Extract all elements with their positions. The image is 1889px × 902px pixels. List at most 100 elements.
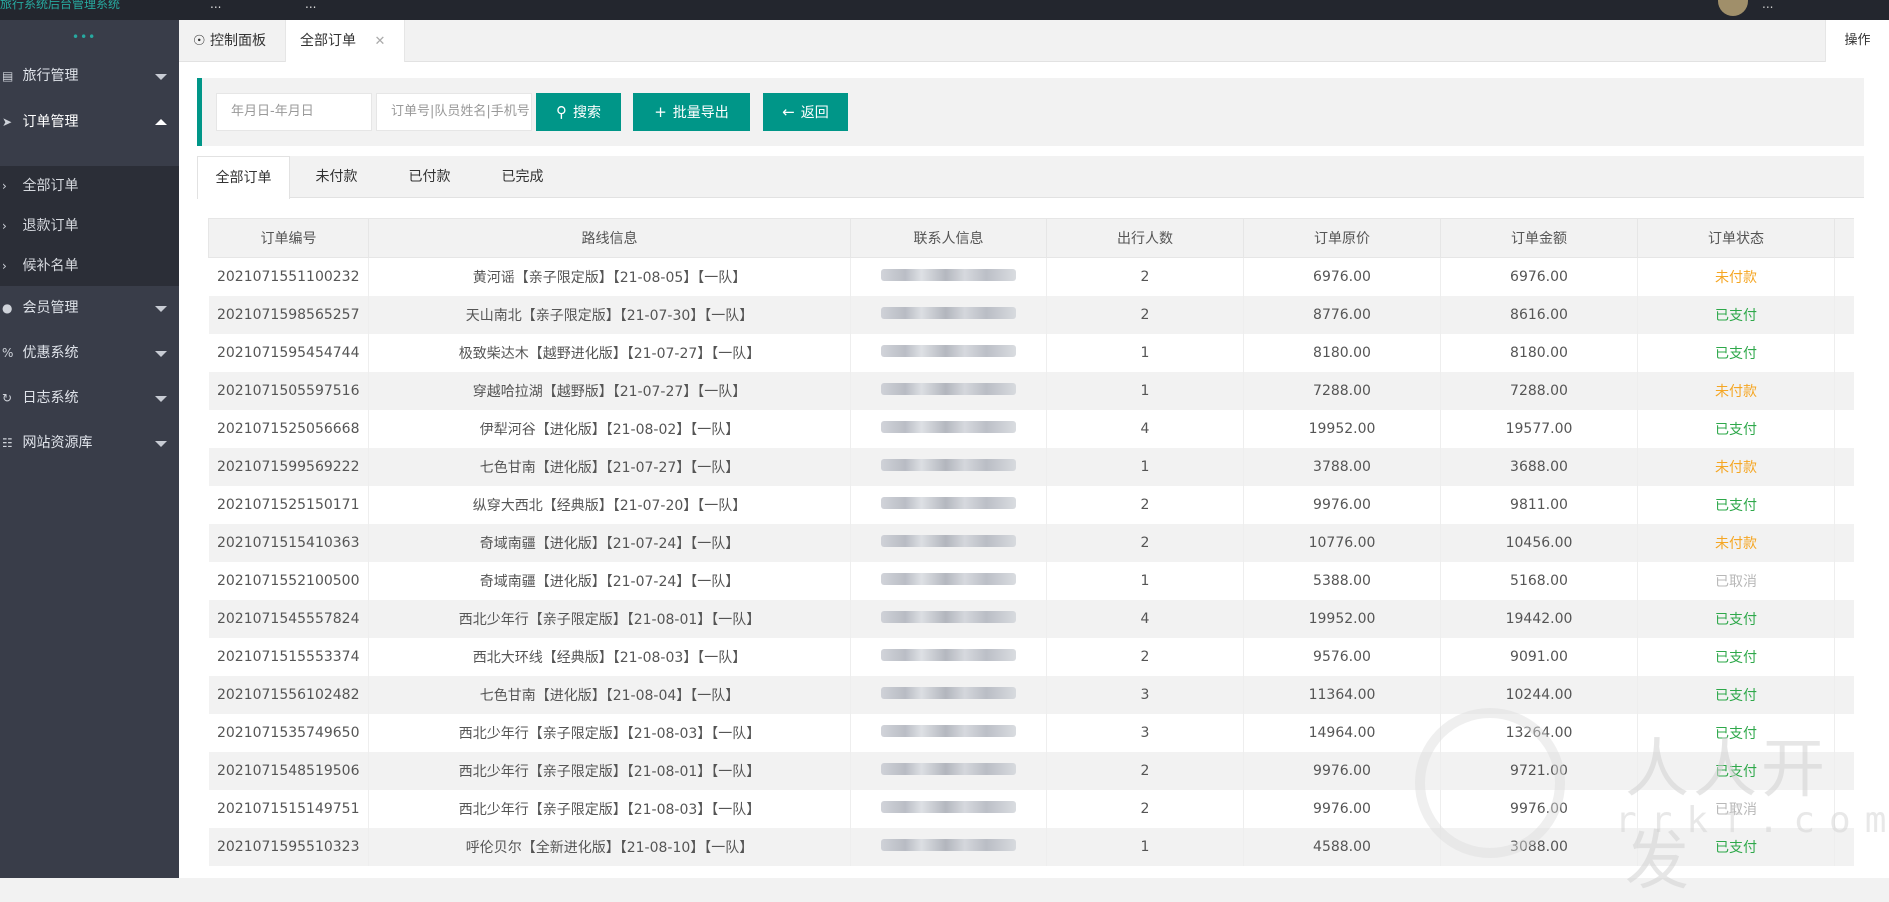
order-amount-cell: 3688.00 bbox=[1440, 447, 1638, 486]
user-name[interactable]: ... bbox=[1762, 0, 1773, 10]
original-price-cell: 3788.00 bbox=[1243, 447, 1441, 486]
row-spacer bbox=[1834, 523, 1854, 562]
blurred-contact bbox=[881, 496, 1016, 509]
sidebar-item-travel[interactable]: ▤ 旅行管理 bbox=[0, 54, 179, 99]
sidebar-item-orders[interactable]: ➤ 订单管理 bbox=[0, 100, 179, 145]
tab-all-orders[interactable]: 全部订单 ✕ bbox=[285, 20, 405, 62]
table-row[interactable]: 2021071595510323 呼伦贝尔【全新进化版】【21-08-10】【一队… bbox=[208, 827, 1854, 866]
row-spacer bbox=[1834, 827, 1854, 866]
table-row[interactable]: 2021071525150171 纵穿大西北【经典版】【21-07-20】【一队】… bbox=[208, 485, 1854, 524]
column-header[interactable]: 订单编号 bbox=[208, 218, 369, 258]
original-price-cell: 4588.00 bbox=[1243, 827, 1441, 866]
sidebar-item-discounts[interactable]: % 优惠系统 bbox=[0, 331, 179, 376]
sidebar-subitem-all-orders[interactable]: › 全部订单 bbox=[0, 166, 179, 206]
button-label: 返回 bbox=[800, 105, 829, 121]
order-status-cell: 已支付 bbox=[1637, 675, 1835, 714]
table-row[interactable]: 2021071595454744 极致柴达木【越野进化版】【21-07-27】【一… bbox=[208, 333, 1854, 372]
original-price-cell: 14964.00 bbox=[1243, 713, 1441, 752]
table-row[interactable]: 2021071515410363 奇域南疆【进化版】【21-07-24】【一队】 2… bbox=[208, 523, 1854, 562]
column-header[interactable]: 联系人信息 bbox=[850, 218, 1047, 258]
table-row[interactable]: 2021071525056668 伊犁河谷【进化版】【21-08-02】【一队】 4… bbox=[208, 409, 1854, 448]
tab-completed[interactable]: 已完成 bbox=[476, 156, 569, 198]
order-amount-cell: 13264.00 bbox=[1440, 713, 1638, 752]
travelers-count-cell: 2 bbox=[1046, 485, 1244, 524]
order-status-cell: 已支付 bbox=[1637, 295, 1835, 334]
table-row[interactable]: 2021071515553374 西北大环线【经典版】【21-08-03】【一队】… bbox=[208, 637, 1854, 676]
column-header[interactable]: 路线信息 bbox=[368, 218, 851, 258]
route-info-cell: 穿越哈拉湖【越野版】【21-07-27】【一队】 bbox=[368, 371, 851, 410]
keyword-search-input[interactable]: 订单号|队员姓名|手机号 bbox=[376, 93, 532, 131]
row-spacer bbox=[1834, 485, 1854, 524]
table-row[interactable]: 2021071515149751 西北少年行【亲子限定版】【21-08-03】【一… bbox=[208, 789, 1854, 828]
row-spacer bbox=[1834, 409, 1854, 448]
table-row[interactable]: 2021071598565257 天山南北【亲子限定版】【21-07-30】【一队… bbox=[208, 295, 1854, 334]
column-header[interactable]: 订单状态 bbox=[1637, 218, 1835, 258]
table-row[interactable]: 2021071599569222 七色甘南【进化版】【21-07-27】【一队】 1… bbox=[208, 447, 1854, 486]
sidebar-item-label: 旅行管理 bbox=[22, 68, 79, 84]
table-row[interactable]: 2021071552100500 奇域南疆【进化版】【21-07-24】【一队】 1… bbox=[208, 561, 1854, 600]
table-row[interactable]: 2021071551100232 黄河谣【亲子限定版】【21-08-05】【一队】… bbox=[208, 257, 1854, 296]
column-header[interactable]: 出行人数 bbox=[1046, 218, 1244, 258]
original-price-cell: 9976.00 bbox=[1243, 789, 1441, 828]
sidebar-item-resources[interactable]: ☷ 网站资源库 bbox=[0, 421, 179, 466]
travelers-count-cell: 2 bbox=[1046, 257, 1244, 296]
table-row[interactable]: 2021071545557824 西北少年行【亲子限定版】【21-08-01】【一… bbox=[208, 599, 1854, 638]
order-amount-cell: 5168.00 bbox=[1440, 561, 1638, 600]
sidebar-subitem-refunds[interactable]: › 退款订单 bbox=[0, 206, 179, 246]
table-row[interactable]: 2021071556102482 七色甘南【进化版】【21-08-04】【一队】 3… bbox=[208, 675, 1854, 714]
order-id-cell: 2021071595454744 bbox=[208, 333, 369, 372]
table-row[interactable]: 2021071535749650 西北少年行【亲子限定版】【21-08-03】【一… bbox=[208, 713, 1854, 752]
sidebar-item-members[interactable]: ● 会员管理 bbox=[0, 286, 179, 331]
route-info-cell: 奇域南疆【进化版】【21-07-24】【一队】 bbox=[368, 523, 851, 562]
operations-button[interactable]: 操作 bbox=[1825, 20, 1889, 62]
search-button[interactable]: ⚲ 搜索 bbox=[536, 93, 621, 131]
row-spacer bbox=[1834, 789, 1854, 828]
chevron-down-icon bbox=[155, 306, 167, 312]
sidebar-collapse-dots[interactable]: ••• bbox=[72, 30, 96, 44]
row-spacer bbox=[1834, 713, 1854, 752]
row-spacer bbox=[1834, 295, 1854, 334]
contact-info-cell bbox=[850, 409, 1047, 448]
route-info-cell: 西北大环线【经典版】【21-08-03】【一队】 bbox=[368, 637, 851, 676]
user-icon: ● bbox=[2, 301, 13, 315]
original-price-cell: 19952.00 bbox=[1243, 409, 1441, 448]
blurred-contact bbox=[881, 686, 1016, 699]
blurred-contact bbox=[881, 268, 1016, 281]
contact-info-cell bbox=[850, 485, 1047, 524]
order-amount-cell: 10244.00 bbox=[1440, 675, 1638, 714]
order-status-cell: 已支付 bbox=[1637, 827, 1835, 866]
order-id-cell: 2021071515149751 bbox=[208, 789, 369, 828]
blurred-contact bbox=[881, 762, 1016, 775]
contact-info-cell bbox=[850, 675, 1047, 714]
contact-info-cell bbox=[850, 827, 1047, 866]
avatar[interactable] bbox=[1718, 0, 1748, 16]
close-icon[interactable]: ✕ bbox=[374, 34, 385, 49]
order-amount-cell: 9721.00 bbox=[1440, 751, 1638, 790]
order-id-cell: 2021071545557824 bbox=[208, 599, 369, 638]
column-header[interactable]: 订单金额 bbox=[1440, 218, 1638, 258]
route-info-cell: 黄河谣【亲子限定版】【21-08-05】【一队】 bbox=[368, 257, 851, 296]
chevron-up-icon bbox=[155, 119, 167, 125]
sidebar-subitem-waitlist[interactable]: › 候补名单 bbox=[0, 246, 179, 286]
top-nav-item[interactable]: ... bbox=[210, 0, 221, 10]
back-button[interactable]: ← 返回 bbox=[763, 93, 848, 131]
tab-unpaid[interactable]: 未付款 bbox=[290, 156, 383, 198]
table-row[interactable]: 2021071548519506 西北少年行【亲子限定版】【21-08-01】【一… bbox=[208, 751, 1854, 790]
column-header[interactable]: 订单原价 bbox=[1243, 218, 1441, 258]
row-spacer bbox=[1834, 447, 1854, 486]
sidebar-item-logs[interactable]: ↻ 日志系统 bbox=[0, 376, 179, 421]
tab-paid[interactable]: 已付款 bbox=[383, 156, 476, 198]
chevron-right-icon: › bbox=[2, 179, 7, 193]
table-row[interactable]: 2021071505597516 穿越哈拉湖【越野版】【21-07-27】【一队】… bbox=[208, 371, 1854, 410]
batch-export-button[interactable]: + 批量导出 bbox=[633, 93, 750, 131]
travelers-count-cell: 3 bbox=[1046, 713, 1244, 752]
top-nav-item[interactable]: ... bbox=[305, 0, 316, 10]
order-amount-cell: 9976.00 bbox=[1440, 789, 1638, 828]
date-range-input[interactable]: 年月日-年月日 bbox=[216, 93, 372, 131]
blurred-contact bbox=[881, 306, 1016, 319]
tab-dashboard[interactable]: ☉ 控制面板 bbox=[179, 20, 285, 62]
resource-icon: ☷ bbox=[2, 436, 13, 450]
order-status-cell: 已支付 bbox=[1637, 713, 1835, 752]
tab-all-orders-filter[interactable]: 全部订单 bbox=[197, 156, 290, 199]
blurred-contact bbox=[881, 534, 1016, 547]
